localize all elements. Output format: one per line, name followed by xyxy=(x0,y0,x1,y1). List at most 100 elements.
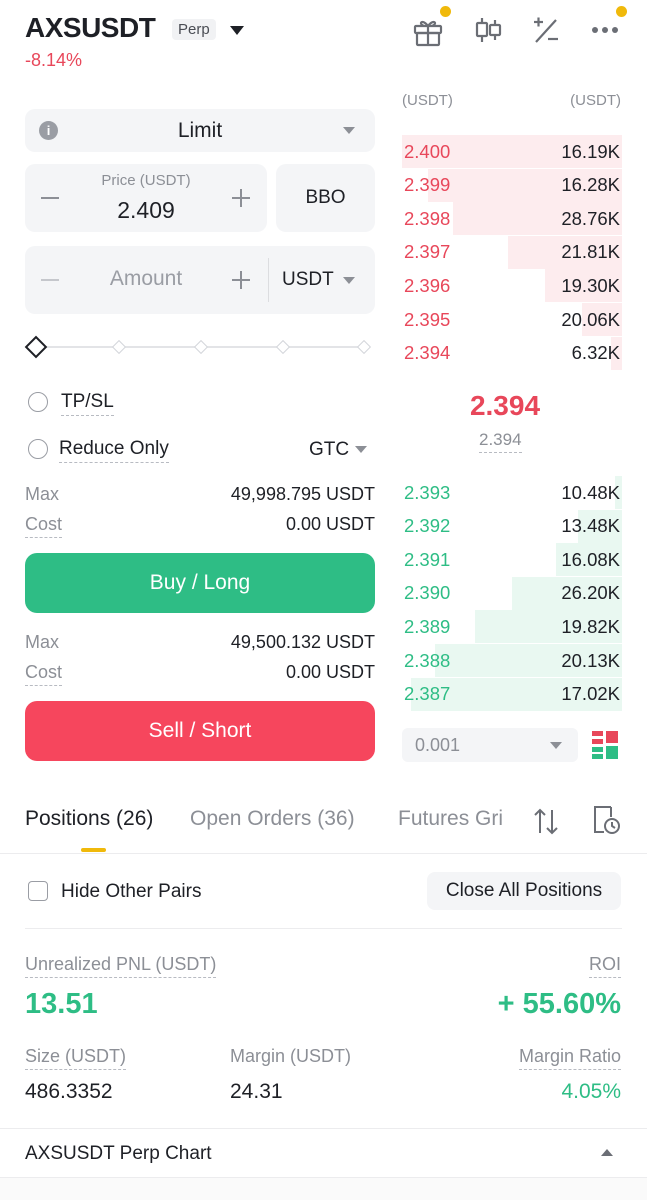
orderbook-layout-icon[interactable] xyxy=(592,731,618,759)
margin-value: 24.31 xyxy=(230,1080,283,1103)
orderbook-qty: 6.32K xyxy=(571,342,620,364)
price-value[interactable]: 2.409 xyxy=(25,197,267,224)
buy-max-value: 49,998.795 USDT xyxy=(230,484,375,504)
orderbook-row[interactable]: 2.391 16.08K xyxy=(402,543,622,577)
hide-other-pairs-checkbox[interactable] xyxy=(28,881,48,901)
sell-short-button[interactable]: Sell / Short xyxy=(25,701,375,761)
tab-positions[interactable]: Positions (26) xyxy=(25,807,153,831)
precision-value: 0.001 xyxy=(415,735,461,755)
price-increase-icon[interactable] xyxy=(232,189,250,207)
margin-label: Margin (USDT) xyxy=(230,1046,352,1066)
orderbook-row[interactable]: 2.387 17.02K xyxy=(402,677,622,711)
candlestick-icon[interactable] xyxy=(470,12,506,48)
precision-select[interactable]: 0.001 xyxy=(402,728,578,762)
unrealized-pnl-label[interactable]: Unrealized PNL (USDT) xyxy=(25,954,217,978)
reduce-only-label[interactable]: Reduce Only xyxy=(59,438,169,463)
orderbook-price: 2.398 xyxy=(404,207,451,229)
orderbook-row[interactable]: 2.394 6.32K xyxy=(402,336,622,370)
orderbook-price: 2.390 xyxy=(404,582,451,604)
order-type-select[interactable]: i Limit xyxy=(25,109,375,152)
orderbook-row[interactable]: 2.399 16.28K xyxy=(402,168,622,202)
orderbook-qty: 28.76K xyxy=(561,207,620,229)
slider-handle[interactable] xyxy=(24,335,48,359)
tpsl-label[interactable]: TP/SL xyxy=(61,391,114,416)
last-price[interactable]: 2.394 xyxy=(402,390,608,422)
chevron-down-icon xyxy=(343,277,355,284)
unrealized-pnl-value: 13.51 xyxy=(25,988,98,1020)
amount-placeholder: Amount xyxy=(109,267,183,290)
orderbook-row[interactable]: 2.390 26.20K xyxy=(402,576,622,610)
orderbook-qty: 13.48K xyxy=(561,515,620,537)
orderbook-qty: 20.06K xyxy=(561,308,620,330)
pair-dropdown-icon[interactable] xyxy=(230,26,244,35)
tab-active-indicator xyxy=(81,848,106,852)
orderbook-qty: 17.02K xyxy=(561,683,620,705)
amount-increase-icon[interactable] xyxy=(232,271,250,289)
orderbook-qty: 19.30K xyxy=(561,274,620,296)
slider-step-75[interactable] xyxy=(275,339,291,355)
orderbook-qty: 16.08K xyxy=(561,548,620,570)
tif-select[interactable]: GTC xyxy=(309,439,349,461)
bbo-button[interactable]: BBO xyxy=(276,164,375,232)
price-label: Price (USDT) xyxy=(101,172,191,189)
chart-collapse-bar[interactable]: AXSUSDT Perp Chart xyxy=(0,1128,647,1178)
pair-title[interactable]: AXSUSDT xyxy=(25,12,156,44)
gift-notification-dot xyxy=(440,6,451,17)
roi-label[interactable]: ROI xyxy=(588,954,621,978)
orderbook-price: 2.388 xyxy=(404,649,451,671)
divider xyxy=(0,853,647,854)
size-label[interactable]: Size (USDT) xyxy=(25,1046,127,1070)
buy-long-button[interactable]: Buy / Long xyxy=(25,553,375,613)
orderbook-row[interactable]: 2.388 20.13K xyxy=(402,644,622,677)
buy-cost-label[interactable]: Cost xyxy=(25,514,63,538)
orderbook-qty: 19.82K xyxy=(561,615,620,637)
calculator-icon[interactable] xyxy=(528,12,564,48)
chevron-up-icon[interactable] xyxy=(601,1149,613,1156)
mark-price[interactable]: 2.394 xyxy=(479,430,522,453)
amount-unit[interactable]: USDT xyxy=(282,269,334,291)
chart-bar-title: AXSUSDT Perp Chart xyxy=(25,1143,212,1164)
gift-icon[interactable] xyxy=(410,12,446,48)
amount-input[interactable]: Amount USDT xyxy=(25,246,375,314)
orderbook-row[interactable]: 2.393 10.48K xyxy=(402,476,622,509)
sort-icon[interactable] xyxy=(532,806,560,836)
more-notification-dot xyxy=(616,6,627,17)
tpsl-radio[interactable] xyxy=(28,392,48,412)
sell-cost-value: 0.00 USDT xyxy=(285,662,375,682)
slider-step-50[interactable] xyxy=(193,339,209,355)
divider xyxy=(25,928,622,929)
orderbook-qty: 26.20K xyxy=(561,582,620,604)
reduce-only-radio[interactable] xyxy=(28,439,48,459)
close-all-positions-button[interactable]: Close All Positions xyxy=(427,872,621,910)
slider-step-100[interactable] xyxy=(356,339,372,355)
orderbook-row[interactable]: 2.392 13.48K xyxy=(402,509,622,543)
orderbook-row[interactable]: 2.398 28.76K xyxy=(402,202,622,236)
orderbook-price: 2.397 xyxy=(404,241,451,263)
sell-cost-label[interactable]: Cost xyxy=(25,662,63,686)
size-value: 486.3352 xyxy=(25,1080,113,1103)
orderbook-row[interactable]: 2.400 16.19K xyxy=(402,135,622,168)
orderbook-price-header: (USDT) xyxy=(402,92,453,109)
more-icon[interactable] xyxy=(588,12,624,48)
amount-decrease-icon[interactable] xyxy=(41,279,59,281)
orderbook-qty: 16.28K xyxy=(561,174,620,196)
orderbook-row[interactable]: 2.389 19.82K xyxy=(402,610,622,644)
tab-futures-grid[interactable]: Futures Gri xyxy=(398,807,518,831)
hide-other-pairs-label[interactable]: Hide Other Pairs xyxy=(61,881,201,903)
roi-value: + 55.60% xyxy=(497,988,621,1020)
bottom-strip xyxy=(0,1178,647,1200)
buy-cost-value: 0.00 USDT xyxy=(285,514,375,534)
orderbook-price: 2.395 xyxy=(404,308,451,330)
orderbook-price: 2.389 xyxy=(404,615,451,637)
tab-open-orders[interactable]: Open Orders (36) xyxy=(190,807,355,831)
margin-ratio-label[interactable]: Margin Ratio xyxy=(518,1046,621,1070)
buy-max-label: Max xyxy=(25,484,60,504)
slider-step-25[interactable] xyxy=(111,339,127,355)
orderbook-row[interactable]: 2.395 20.06K xyxy=(402,303,622,336)
orderbook-row[interactable]: 2.397 21.81K xyxy=(402,235,622,269)
history-icon[interactable] xyxy=(591,804,621,836)
orderbook-price: 2.396 xyxy=(404,274,451,296)
price-input[interactable]: Price (USDT) 2.409 xyxy=(25,164,267,232)
orderbook-row[interactable]: 2.396 19.30K xyxy=(402,269,622,303)
orderbook-qty: 21.81K xyxy=(561,241,620,263)
